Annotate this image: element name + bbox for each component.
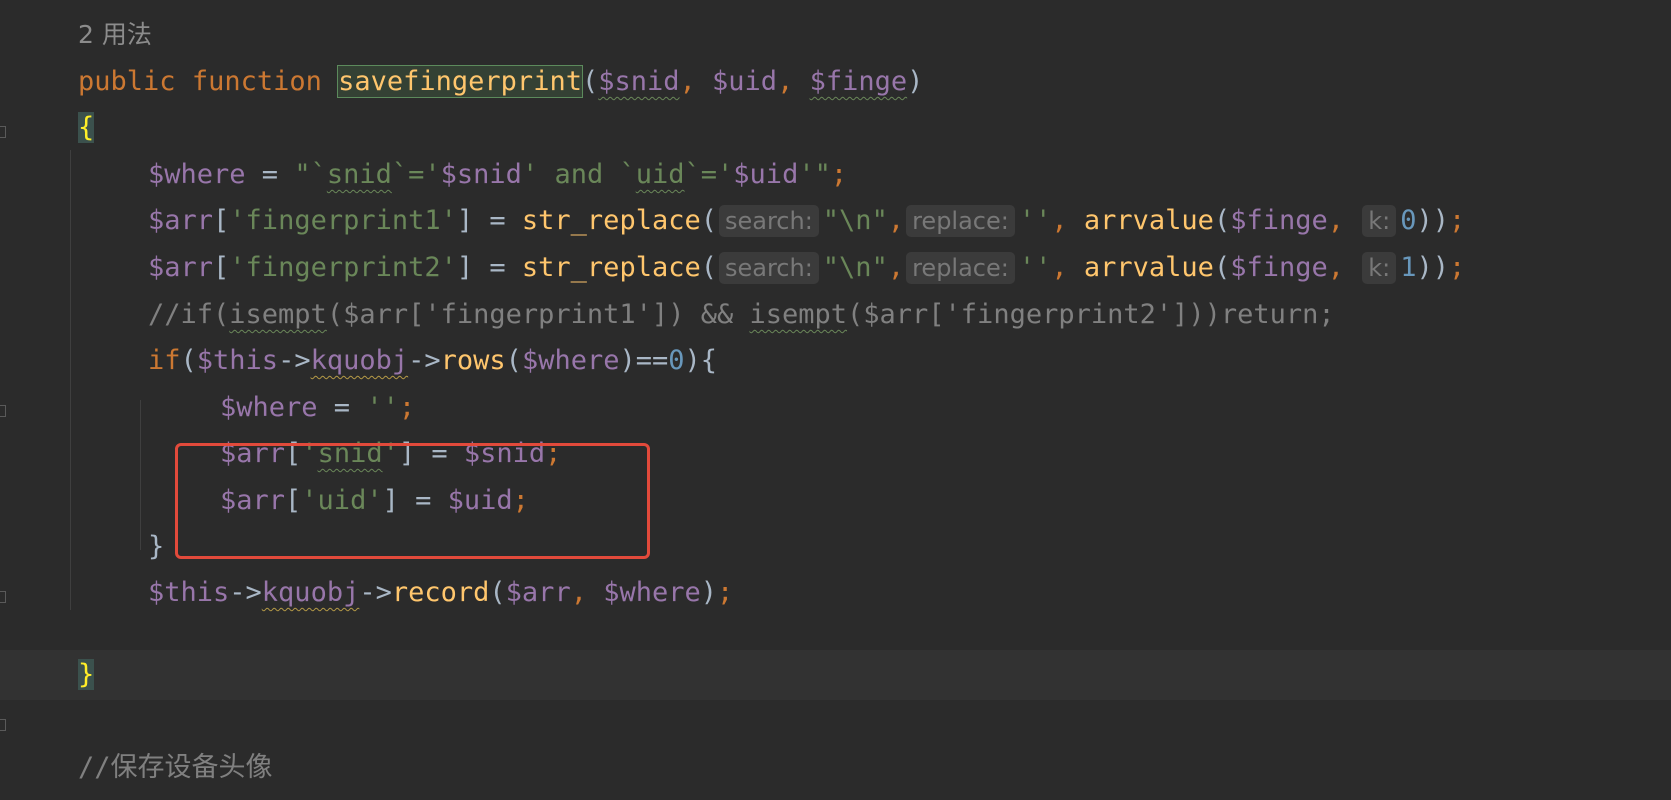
variable: $finge xyxy=(1230,252,1328,283)
code-line-7[interactable]: if($this->kquobj->rows($where)==0){ xyxy=(0,336,1671,417)
variable: $this xyxy=(148,577,230,608)
param: $finge xyxy=(809,66,908,97)
keyword: if xyxy=(148,345,181,376)
code-line-4[interactable]: $arr['fingerprint1'] = str_replace(searc… xyxy=(0,196,1671,246)
variable: $uid xyxy=(733,159,799,190)
param-hint: search: xyxy=(718,252,819,284)
param-hint: search: xyxy=(718,205,819,237)
usage-hint[interactable]: 2 用法 xyxy=(78,10,152,60)
variable: $this xyxy=(196,345,279,376)
number: 1 xyxy=(1400,252,1417,283)
comment: //if( xyxy=(148,299,230,330)
string: '' xyxy=(1018,252,1052,283)
string: snid xyxy=(326,159,392,190)
string: `=' xyxy=(684,159,734,190)
code-line-6[interactable]: //if(isempt($arr['fingerprint1']) && ise… xyxy=(0,290,1671,340)
fold-marker-icon[interactable] xyxy=(0,719,6,731)
code-line-12[interactable]: $this->kquobj->record($arr, $where); xyxy=(0,568,1671,618)
variable: $finge xyxy=(1230,205,1328,236)
string: '' xyxy=(1018,205,1052,236)
string: 'fingerprint1' xyxy=(229,205,457,236)
comment: isempt xyxy=(229,299,327,330)
variable: $arr xyxy=(148,252,214,283)
close-brace: } xyxy=(78,659,95,690)
string: "\n" xyxy=(822,205,888,236)
string: "` xyxy=(294,159,327,190)
keyword: public xyxy=(78,66,176,97)
function-name[interactable]: savefingerprint xyxy=(337,65,583,98)
param-hint: replace: xyxy=(906,252,1015,284)
variable: $where xyxy=(220,392,318,423)
param-hint: k: xyxy=(1362,205,1397,237)
annotation-highlight-box xyxy=(175,443,650,559)
function-call: arrvalue xyxy=(1083,205,1214,236)
variable: $snid xyxy=(440,159,522,190)
string: "\n" xyxy=(822,252,888,283)
string: 'fingerprint2' xyxy=(229,252,457,283)
param: $uid xyxy=(712,66,778,97)
close-brace: } xyxy=(148,531,165,562)
code-line-1[interactable]: public function savefingerprint($snid, $… xyxy=(0,57,1671,138)
partial-comment[interactable]: //保存设备头像 xyxy=(78,748,273,788)
string: `=' xyxy=(391,159,441,190)
number: 0 xyxy=(1400,205,1417,236)
variable: $arr xyxy=(505,577,571,608)
open-brace: { xyxy=(78,112,95,143)
code-line-5[interactable]: $arr['fingerprint2'] = str_replace(searc… xyxy=(0,243,1671,293)
variable: $arr xyxy=(148,205,214,236)
function-call: str_replace xyxy=(521,205,701,236)
param-hint: replace: xyxy=(906,205,1015,237)
variable: $where xyxy=(603,577,701,608)
property: kquobj xyxy=(261,577,360,608)
comment: ($arr['fingerprint2']))return; xyxy=(847,299,1335,330)
variable: $where xyxy=(521,345,620,376)
param: $snid xyxy=(598,66,680,97)
code-line-8[interactable]: $where = ''; xyxy=(0,383,1671,433)
function-call: arrvalue xyxy=(1083,252,1214,283)
keyword: function xyxy=(191,66,322,97)
property: kquobj xyxy=(310,345,409,376)
function-call: rows xyxy=(440,345,506,376)
code-line-3[interactable]: $where = "`snid`='$snid' and `uid`='$uid… xyxy=(0,150,1671,200)
comment: ($arr['fingerprint1']) && xyxy=(326,299,750,330)
string: ' and ` xyxy=(521,159,636,190)
code-line-13[interactable]: } xyxy=(0,650,1671,731)
function-call: record xyxy=(391,577,490,608)
function-call: str_replace xyxy=(521,252,701,283)
comment: isempt xyxy=(749,299,848,330)
variable: $where xyxy=(148,159,246,190)
usage-hint-line: 2 用法 xyxy=(0,10,1671,60)
number: 0 xyxy=(668,345,685,376)
string: '" xyxy=(798,159,831,190)
string: '' xyxy=(366,392,399,423)
param-hint: k: xyxy=(1362,252,1397,284)
string: uid xyxy=(635,159,685,190)
code-line-2[interactable]: { xyxy=(0,103,1671,153)
